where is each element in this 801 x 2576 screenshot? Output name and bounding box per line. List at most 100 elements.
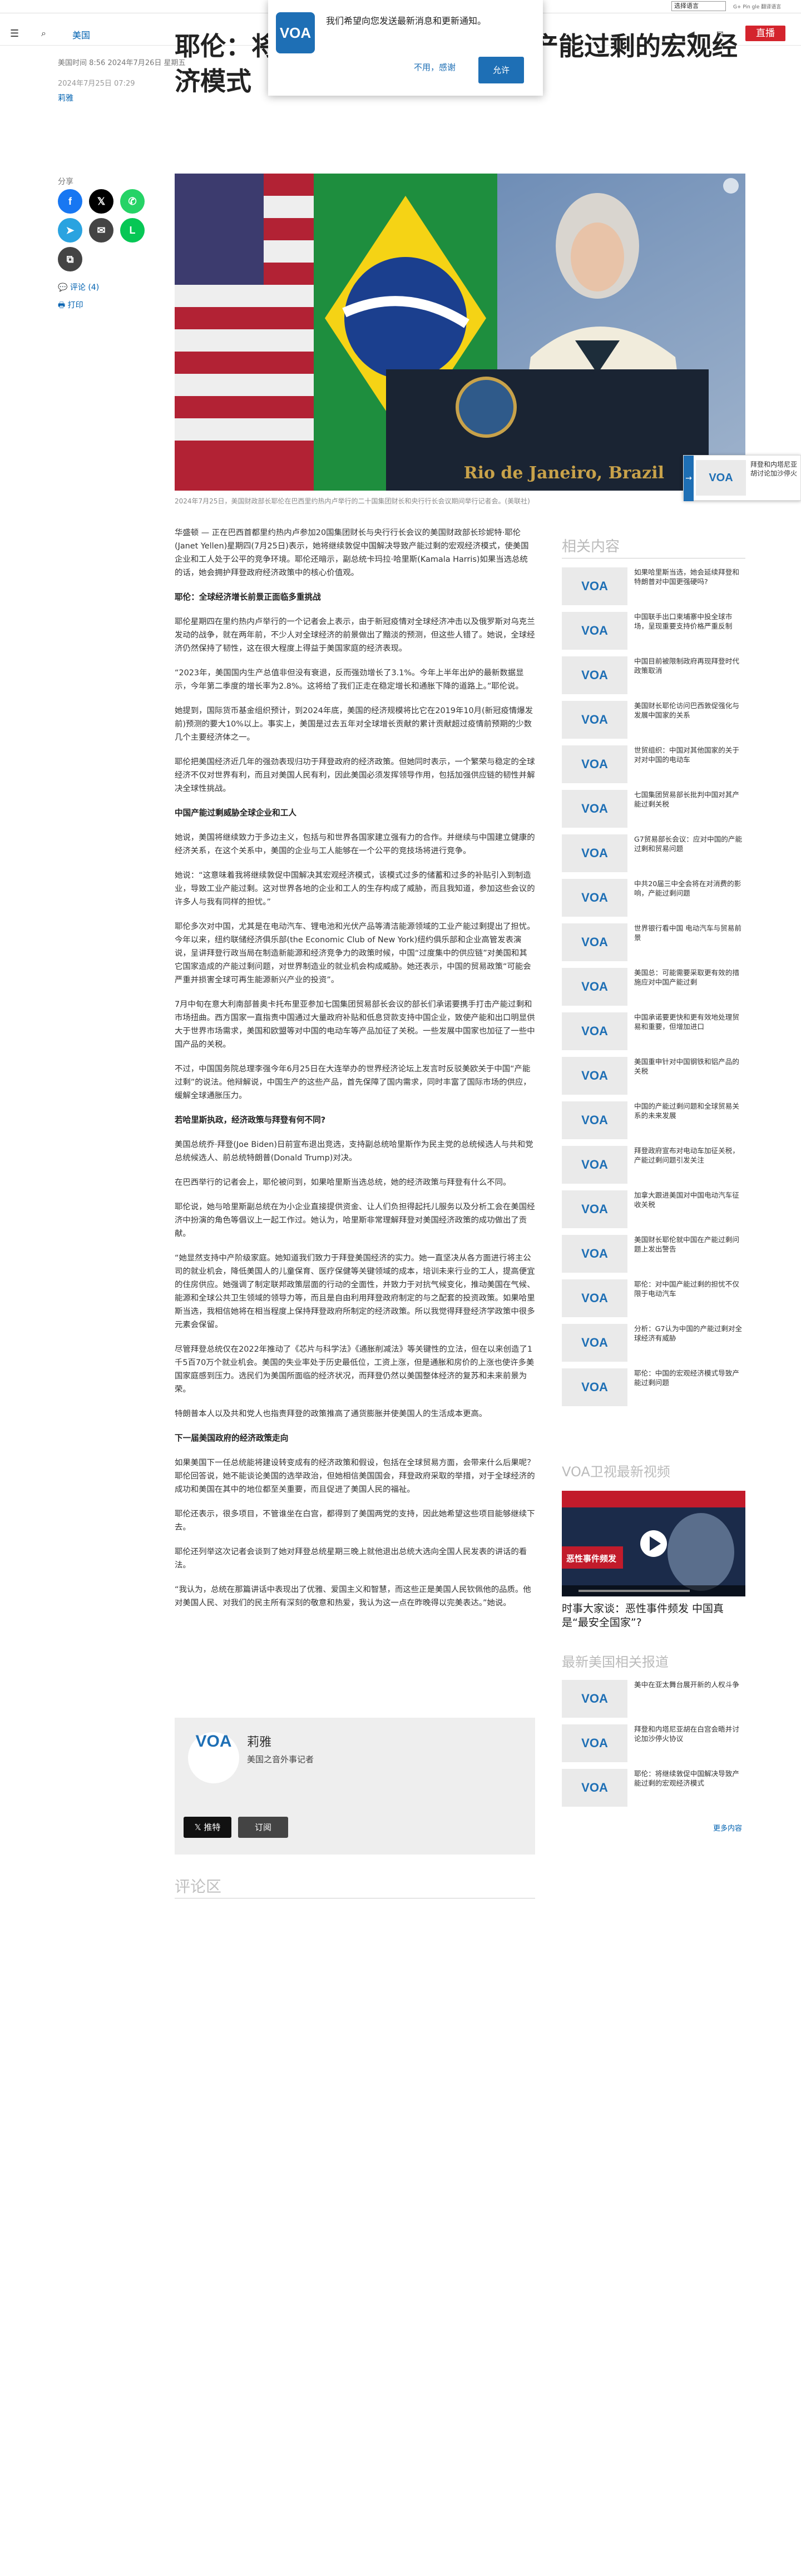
list-item[interactable]: VOA 美国财长耶伦就中国在产能过剩问题上发出警告 xyxy=(562,1235,745,1279)
voa-logo: VOA xyxy=(276,12,315,53)
list-item[interactable]: VOA 七国集团贸易部长批判中国对其产能过剩关税 xyxy=(562,790,745,834)
latest-heading[interactable]: 最新美国相关报道 xyxy=(562,1651,669,1670)
list-item[interactable]: VOA 拜登政府宣布对电动车加征关税，产能过剩问题引发关注 xyxy=(562,1146,745,1190)
list-item[interactable]: VOA 拜登和内塔尼亚胡在白宫会晤并讨论加沙停火协议 xyxy=(562,1724,745,1769)
voa-logo: VOA xyxy=(562,1057,627,1095)
list-item[interactable]: VOA 中国目前被限制政府再现拜登时代政策取消 xyxy=(562,656,745,701)
section-heading: 下一届美国政府的经济政策走向 xyxy=(175,1433,289,1443)
list-item[interactable]: VOA 如果哈里斯当选，她会延续拜登和特朗普对中国更强硬吗? xyxy=(562,567,745,612)
list-item[interactable]: VOA 世界银行看中国 电动汽车与贸易前景 xyxy=(562,923,745,968)
video-thumbnail: 恶性事件频发 xyxy=(562,1491,745,1596)
paragraph: 耶伦星期四在里约热内卢举行的一个记者会上表示，由于新冠疫情对全球经济冲击以及俄罗… xyxy=(175,617,535,653)
paragraph: 她说，美国将继续致力于多边主义，包括与和世界各国家建立强有力的合作。并继续与中国… xyxy=(175,833,535,856)
related-item-title[interactable]: 世界银行看中国 电动汽车与贸易前景 xyxy=(634,923,745,942)
related-item-title[interactable]: 美国重申针对中国钢铁和铝产品的关税 xyxy=(634,1057,745,1076)
next-article-title[interactable]: 拜登和内塔尼亚胡讨论加沙停火 xyxy=(750,460,799,478)
video-caption[interactable]: 时事大家谈：恶性事件频发 中国真是“最安全国家”? xyxy=(562,1602,745,1630)
allow-button[interactable]: 允许 xyxy=(478,57,524,83)
list-item[interactable]: VOA 加拿大跟进美国对中国电动汽车征收关税 xyxy=(562,1190,745,1235)
related-item-title[interactable]: G7贸易部长会议：应对中国的产能过剩和贸易问题 xyxy=(634,834,745,853)
voa-logo: VOA xyxy=(562,1324,627,1362)
list-item[interactable]: VOA G7贸易部长会议：应对中国的产能过剩和贸易问题 xyxy=(562,834,745,879)
related-item-title[interactable]: 中国承诺要更快和更有效地处理贸易和重要，但增加进口 xyxy=(634,1012,745,1031)
paragraph: 华盛顿 — 正在巴西首都里约热内卢参加20国集团财长与央行行长会议的美国财政部长… xyxy=(175,528,529,577)
paragraph: 她提到，国际货币基金组织预计，到2024年底，美国的经济规模将比它在2019年1… xyxy=(175,706,533,742)
video-player[interactable]: 恶性事件频发 xyxy=(562,1491,745,1596)
next-article-panel[interactable]: → VOA 拜登和内塔尼亚胡讨论加沙停火 xyxy=(683,455,801,501)
subscribe-button[interactable]: 订阅 xyxy=(238,1817,288,1838)
comment-icon: 💬 xyxy=(58,283,70,292)
decline-button[interactable]: 不用，感谢 xyxy=(414,61,456,73)
related-item-title[interactable]: 耶伦：对中国产能过剩的担忧不仅限于电动汽车 xyxy=(634,1279,745,1298)
related-item-title[interactable]: 中国目前被限制政府再现拜登时代政策取消 xyxy=(634,656,745,675)
list-item[interactable]: VOA 中国的产能过剩问题和全球贸易关系的未来发展 xyxy=(562,1101,745,1146)
facebook-icon[interactable]: f xyxy=(58,189,82,214)
related-item-title[interactable]: 世贸组织：中国对其他国家的关于对对中国的电动车 xyxy=(634,745,745,764)
comments-label: 评论 (4) xyxy=(70,283,100,292)
latest-item-title[interactable]: 耶伦：将继续敦促中国解决导致产能过剩的宏观经济模式 xyxy=(634,1769,745,1788)
list-item[interactable]: VOA 美国重申针对中国钢铁和铝产品的关税 xyxy=(562,1057,745,1101)
paragraph: 尽管拜登总统仅在2022年推动了《芯片与科学法》《通胀削减法》等关键性的立法，但… xyxy=(175,1345,535,1394)
related-item-title[interactable]: 美国财长耶伦就中国在产能过剩问题上发出警告 xyxy=(634,1235,745,1254)
paragraph: “2023年，美国国内生产总值非但没有衰退，反而强劲增长了3.1%。今年上半年出… xyxy=(175,669,524,691)
author-role: 美国之音外事记者 xyxy=(247,1754,314,1764)
author-name[interactable]: 莉雅 xyxy=(247,1732,271,1750)
list-item[interactable]: VOA 耶伦：中国的宏观经济模式导致产能过剩问题 xyxy=(562,1368,745,1413)
related-item-title[interactable]: 加拿大跟进美国对中国电动汽车征收关税 xyxy=(634,1190,745,1209)
related-item-title[interactable]: 耶伦：中国的宏观经济模式导致产能过剩问题 xyxy=(634,1368,745,1387)
print-link[interactable]: 🖶 打印 xyxy=(58,299,83,313)
list-item[interactable]: VOA 世贸组织：中国对其他国家的关于对对中国的电动车 xyxy=(562,745,745,790)
related-item-title[interactable]: 中国的产能过剩问题和全球贸易关系的未来发展 xyxy=(634,1101,745,1120)
line-icon[interactable]: L xyxy=(120,218,145,243)
x-icon[interactable]: 𝕏 xyxy=(89,189,113,214)
language-select[interactable]: 选择语言 xyxy=(671,1,726,11)
copy-link-icon[interactable]: ⧉ xyxy=(58,247,82,271)
list-item[interactable]: VOA 耶伦：将继续敦促中国解决导致产能过剩的宏观经济模式 xyxy=(562,1769,745,1813)
voa-logo: VOA xyxy=(562,1012,627,1050)
list-item[interactable]: VOA 美中在亚太舞台展开新的人权斗争 xyxy=(562,1680,745,1724)
voa-logo: VOA xyxy=(562,1724,627,1762)
arrow-right-icon[interactable]: → xyxy=(684,456,694,501)
latest-item-title[interactable]: 美中在亚太舞台展开新的人权斗争 xyxy=(634,1680,745,1689)
author-box: VOA 莉雅 美国之音外事记者 𝕏 推特 订阅 xyxy=(175,1718,535,1855)
related-item-title[interactable]: 分析：G7认为中国的产能过剩对全球经济有威胁 xyxy=(634,1324,745,1343)
list-item[interactable]: VOA 中国承诺要更快和更有效地处理贸易和重要，但增加进口 xyxy=(562,1012,745,1057)
voa-logo: VOA xyxy=(562,968,627,1006)
voa-logo: VOA xyxy=(562,745,627,783)
list-item[interactable]: VOA 耶伦：对中国产能过剩的担忧不仅限于电动汽车 xyxy=(562,1279,745,1324)
list-item[interactable]: VOA 中国联手出口柬埔寨中投全球市场，呈现重要支持价格严重反制 xyxy=(562,612,745,656)
list-item[interactable]: VOA 中共20届三中全会将在对消费的影响，产能过剩问题 xyxy=(562,879,745,923)
hamburger-icon[interactable]: ☰ xyxy=(10,28,19,39)
section-link[interactable]: 美国 xyxy=(72,28,90,41)
related-item-title[interactable]: 七国集团贸易部长批判中国对其产能过剩关税 xyxy=(634,790,745,809)
list-item[interactable]: VOA 美国财长耶伦访问巴西敦促强化与发展中国家的关系 xyxy=(562,701,745,745)
latest-item-title[interactable]: 拜登和内塔尼亚胡在白宫会晤并讨论加沙停火协议 xyxy=(634,1724,745,1743)
voa-logo: VOA xyxy=(562,701,627,739)
related-item-title[interactable]: 美国总：可能需要采取更有效的措施应对中国产能过剩 xyxy=(634,968,745,987)
print-icon: 🖶 xyxy=(58,301,68,310)
paragraph: 耶伦还列举这次记者会谈到了她对拜登总统星期三晚上就他退出总统大选向全国人民发表的… xyxy=(175,1547,527,1570)
photo-illustration: Rio de Janeiro, Brazil xyxy=(175,174,745,491)
email-icon[interactable]: ✉ xyxy=(89,218,113,243)
search-icon[interactable]: ⌕ xyxy=(41,28,46,39)
telegram-icon[interactable]: ➤ xyxy=(58,218,82,243)
related-item-title[interactable]: 拜登政府宣布对电动车加征关税，产能过剩问题引发关注 xyxy=(634,1146,745,1165)
related-item-title[interactable]: 中共20届三中全会将在对消费的影响，产能过剩问题 xyxy=(634,879,745,898)
whatsapp-icon[interactable]: ✆ xyxy=(120,189,145,214)
author-link[interactable]: 莉雅 xyxy=(58,92,73,103)
translate-hint: G+ Pin gle 翻译语言 xyxy=(733,4,782,10)
related-item-title[interactable]: 美国财长耶伦访问巴西敦促强化与发展中国家的关系 xyxy=(634,701,745,720)
voa-logo: VOA xyxy=(562,879,627,917)
list-item[interactable]: VOA 分析：G7认为中国的产能过剩对全球经济有威胁 xyxy=(562,1324,745,1368)
list-item[interactable]: VOA 美国总：可能需要采取更有效的措施应对中国产能过剩 xyxy=(562,968,745,1012)
section-heading: 若哈里斯执政，经济政策与拜登有何不同? xyxy=(175,1115,326,1125)
hero-photo[interactable]: Rio de Janeiro, Brazil xyxy=(175,174,745,491)
related-item-title[interactable]: 中国联手出口柬埔寨中投全球市场，呈现重要支持价格严重反制 xyxy=(634,612,745,631)
comments-heading: 评论区 xyxy=(175,1877,222,1896)
related-item-title[interactable]: 如果哈里斯当选，她会延续拜登和特朗普对中国更强硬吗? xyxy=(634,567,745,586)
print-label: 打印 xyxy=(67,301,83,310)
comments-link[interactable]: 💬 评论 (4) xyxy=(58,281,99,293)
more-link[interactable]: 更多内容 xyxy=(713,1822,742,1833)
follow-x-button[interactable]: 𝕏 推特 xyxy=(184,1817,231,1838)
video-heading[interactable]: VOA卫视最新视频 xyxy=(562,1461,670,1480)
